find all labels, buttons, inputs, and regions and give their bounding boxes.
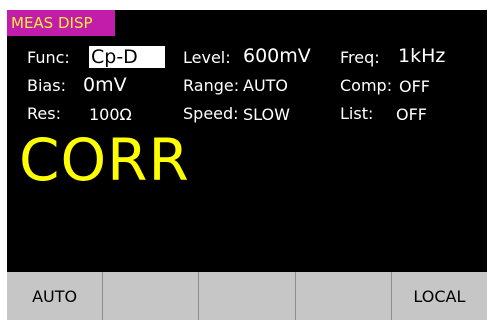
list-label: List: [340, 104, 374, 123]
list-value[interactable]: OFF [396, 105, 427, 124]
range-value[interactable]: AUTO [243, 76, 288, 95]
comp-value[interactable]: OFF [399, 77, 430, 96]
page-title: MEAS DISP [7, 10, 115, 36]
freq-value[interactable]: 1kHz [398, 45, 445, 67]
bias-label: Bias: [27, 76, 66, 95]
res-label: Res: [27, 104, 61, 123]
func-label: Func: [27, 48, 70, 67]
softkey-1-auto[interactable]: AUTO [7, 272, 104, 320]
softkey-2[interactable] [103, 272, 200, 320]
softkey-5-local[interactable]: LOCAL [392, 272, 487, 320]
correction-readout: CORR [19, 126, 190, 194]
level-value[interactable]: 600mV [243, 45, 311, 67]
instrument-screen: MEAS DISP Func: Cp-D Level: 600mV Freq: … [7, 10, 487, 320]
res-value[interactable]: 100Ω [89, 105, 132, 124]
softkey-4[interactable] [296, 272, 392, 320]
level-label: Level: [183, 48, 231, 67]
func-field[interactable]: Cp-D [89, 46, 165, 68]
freq-label: Freq: [340, 48, 380, 67]
bias-value[interactable]: 0mV [83, 74, 127, 96]
speed-value[interactable]: SLOW [243, 105, 290, 124]
comp-label: Comp: [340, 76, 393, 95]
softkey-3[interactable] [199, 272, 296, 320]
speed-label: Speed: [183, 104, 239, 123]
range-label: Range: [183, 76, 240, 95]
softkey-bar: AUTO LOCAL [7, 272, 487, 320]
